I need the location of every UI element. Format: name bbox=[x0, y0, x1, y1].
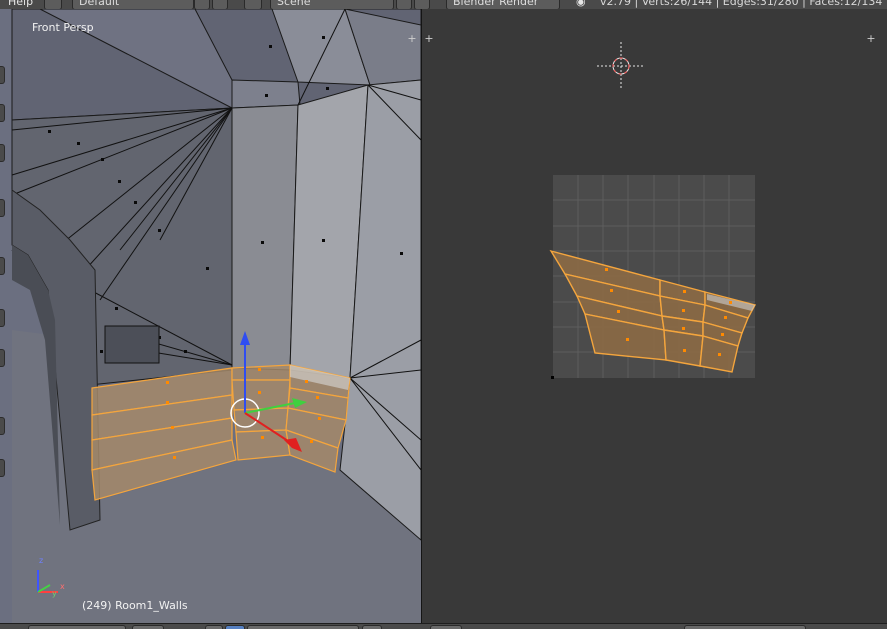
axis-x-label: x bbox=[60, 582, 65, 591]
plus-icon[interactable]: + bbox=[866, 33, 876, 44]
snap-button[interactable] bbox=[362, 625, 382, 629]
toolshelf-tab[interactable] bbox=[0, 199, 5, 217]
plus-icon[interactable]: + bbox=[424, 33, 434, 44]
crosshair-icon bbox=[597, 42, 645, 90]
help-menu[interactable]: Help bbox=[8, 0, 33, 9]
viewport-scene bbox=[11, 9, 421, 623]
bottom-header bbox=[0, 623, 887, 629]
toolshelf-tab[interactable] bbox=[0, 144, 5, 162]
toolshelf-tab[interactable] bbox=[0, 104, 5, 122]
uv-canvas bbox=[549, 42, 757, 379]
axis-z-label: z bbox=[39, 556, 44, 565]
layers-button[interactable] bbox=[247, 625, 359, 629]
toolshelf-tab[interactable] bbox=[0, 349, 5, 367]
plus-icon[interactable]: + bbox=[407, 33, 417, 44]
pivot-button[interactable] bbox=[225, 625, 245, 629]
toolshelf-tab[interactable] bbox=[0, 309, 5, 327]
uv-editor-type-button[interactable] bbox=[430, 625, 462, 629]
shading-button[interactable] bbox=[205, 625, 223, 629]
image-selector[interactable] bbox=[684, 625, 806, 629]
layout-name: Default bbox=[79, 0, 120, 8]
scene-name: Scene bbox=[277, 0, 311, 8]
uv-editor[interactable]: + + bbox=[422, 9, 887, 623]
editor-type-button[interactable] bbox=[28, 625, 126, 629]
render-engine-name: Blender Render bbox=[453, 0, 539, 8]
object-info: (249) Room1_Walls bbox=[82, 599, 188, 612]
3d-viewport[interactable]: Front Persp (249) Room1_Walls z x y + bbox=[0, 9, 421, 623]
axis-y-label: y bbox=[52, 589, 57, 598]
toolshelf-tab[interactable] bbox=[0, 257, 5, 275]
scene-stats: v2.79 | Verts:26/144 | Edges:31/280 | Fa… bbox=[600, 0, 887, 8]
mode-button[interactable] bbox=[132, 625, 164, 629]
toolshelf-tab[interactable] bbox=[0, 417, 5, 435]
toolshelf-tab[interactable] bbox=[0, 459, 5, 477]
blender-logo-icon: ◉ bbox=[576, 0, 586, 8]
view-label: Front Persp bbox=[32, 21, 94, 34]
toolshelf-tab[interactable] bbox=[0, 66, 5, 84]
